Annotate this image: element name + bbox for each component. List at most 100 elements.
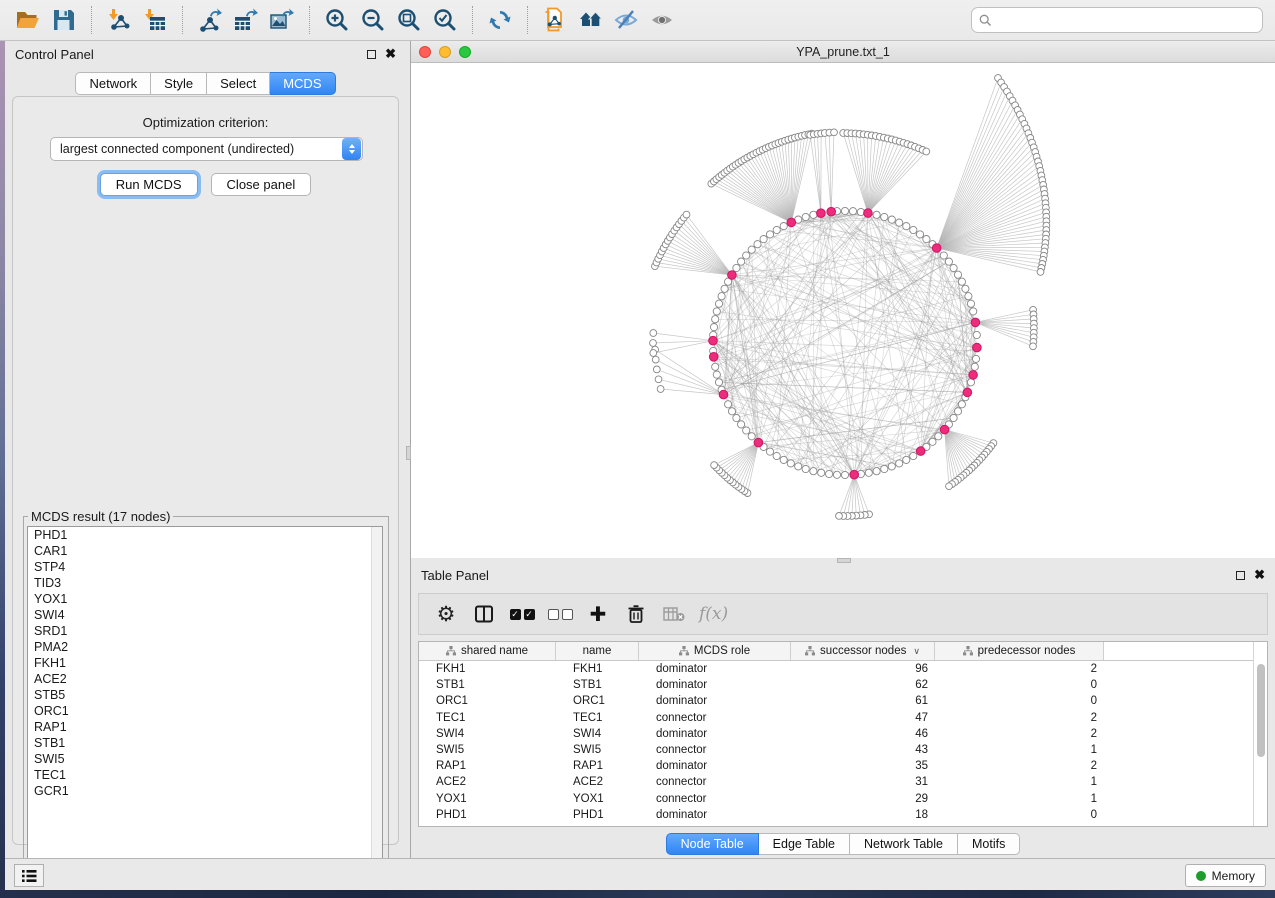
mcds-result-item[interactable]: STP4 [28, 559, 382, 575]
table-scrollbar[interactable] [1253, 642, 1267, 826]
mcds-list-scrollbar[interactable] [371, 527, 382, 877]
mcds-result-item[interactable]: RAP1 [28, 719, 382, 735]
mcds-result-item[interactable]: SWI5 [28, 751, 382, 767]
column-header-successor-nodes[interactable]: successor nodes∨ [791, 642, 935, 660]
run-mcds-button[interactable]: Run MCDS [100, 173, 198, 196]
table-toolbar: ⚙ ✓✓ ✚ [418, 593, 1268, 635]
zoom-out-icon[interactable] [358, 5, 388, 35]
hide-eye-icon[interactable] [612, 5, 642, 35]
tab-motifs[interactable]: Motifs [958, 833, 1020, 855]
tab-network[interactable]: Network [75, 72, 151, 95]
table-row[interactable]: YOX1YOX1connector291 [419, 791, 1267, 807]
select-stepper-icon [342, 138, 361, 160]
mcds-result-item[interactable]: ACE2 [28, 671, 382, 687]
mcds-result-item[interactable]: GCR1 [28, 783, 382, 799]
table-row[interactable]: STB1STB1dominator620 [419, 677, 1267, 693]
cell-shared-name: RAP1 [419, 760, 556, 772]
float-panel-icon[interactable] [367, 50, 376, 59]
control-panel: Control Panel ✖ NetworkStyleSelectMCDS O… [5, 41, 406, 858]
tab-style[interactable]: Style [151, 72, 207, 95]
search-box[interactable] [971, 7, 1263, 33]
cell-predecessor-nodes: 1 [935, 744, 1104, 756]
save-icon[interactable] [49, 5, 79, 35]
table-scrollbar-thumb[interactable] [1257, 664, 1265, 757]
cell-shared-name: SWI4 [419, 728, 556, 740]
open-file-icon[interactable] [13, 5, 43, 35]
search-input[interactable] [997, 13, 1262, 27]
function-builder-button[interactable]: f(x) [699, 600, 728, 628]
show-columns-button[interactable] [471, 600, 497, 628]
mcds-result-item[interactable]: PMA2 [28, 639, 382, 655]
table-panel: Table Panel ✖ ⚙ ✓✓ ✚ [411, 563, 1275, 858]
column-scope-icon [679, 646, 689, 656]
table-row[interactable]: RAP1RAP1dominator352 [419, 758, 1267, 774]
close-table-panel-icon[interactable]: ✖ [1254, 570, 1265, 580]
cell-name: SWI4 [556, 728, 639, 740]
tab-select[interactable]: Select [207, 72, 270, 95]
export-table-icon[interactable] [231, 5, 261, 35]
mcds-result-item[interactable]: TID3 [28, 575, 382, 591]
table-row[interactable]: PHD1PHD1dominator180 [419, 807, 1267, 823]
cell-name: PHD1 [556, 809, 639, 821]
zoom-in-icon[interactable] [322, 5, 352, 35]
column-header-name[interactable]: name [556, 642, 639, 660]
delete-column-button[interactable] [623, 600, 649, 628]
memory-button[interactable]: Memory [1185, 864, 1266, 887]
mcds-result-item[interactable]: FKH1 [28, 655, 382, 671]
mcds-result-item[interactable]: SWI4 [28, 607, 382, 623]
zoom-fit-icon[interactable] [394, 5, 424, 35]
close-panel-button[interactable]: Close panel [211, 173, 312, 196]
tab-network-table[interactable]: Network Table [850, 833, 958, 855]
table-row[interactable]: SWI4SWI4dominator462 [419, 726, 1267, 742]
delete-table-button[interactable] [661, 600, 687, 628]
mcds-result-item[interactable]: STB5 [28, 687, 382, 703]
zoom-selected-icon[interactable] [430, 5, 460, 35]
table-settings-button[interactable]: ⚙ [433, 600, 459, 628]
refresh-icon[interactable] [485, 5, 515, 35]
tab-mcds[interactable]: MCDS [270, 72, 335, 95]
select-all-button[interactable]: ✓✓ [509, 600, 535, 628]
gear-icon: ⚙ [437, 602, 456, 626]
column-header-shared-name[interactable]: shared name [419, 642, 556, 660]
float-table-panel-icon[interactable] [1236, 571, 1245, 580]
mcds-result-item[interactable]: TEC1 [28, 767, 382, 783]
show-panels-button[interactable] [14, 864, 44, 887]
cell-MCDS-role: dominator [639, 728, 791, 740]
cell-successor-nodes: 46 [791, 728, 935, 740]
import-network-icon[interactable] [104, 5, 134, 35]
criterion-select[interactable]: largest connected component (undirected) [50, 137, 363, 161]
deselect-all-button[interactable] [547, 600, 573, 628]
mcds-result-item[interactable]: CAR1 [28, 543, 382, 559]
mcds-result-item[interactable]: PHD1 [28, 527, 382, 543]
network-graph[interactable] [411, 63, 1275, 558]
node-table-rows: FKH1FKH1dominator962STB1STB1dominator620… [419, 661, 1267, 823]
cell-name: RAP1 [556, 760, 639, 772]
import-table-icon[interactable] [140, 5, 170, 35]
mcds-result-item[interactable]: STB1 [28, 735, 382, 751]
mcds-result-list[interactable]: PHD1CAR1STP4TID3YOX1SWI4SRD1PMA2FKH1ACE2… [27, 526, 383, 878]
network-window-titlebar[interactable]: YPA_prune.txt_1 [411, 41, 1275, 63]
plus-icon: ✚ [590, 602, 607, 626]
table-row[interactable]: ORC1ORC1dominator610 [419, 693, 1267, 709]
add-column-button[interactable]: ✚ [585, 600, 611, 628]
new-network-from-file-icon[interactable] [540, 5, 570, 35]
table-row[interactable]: FKH1FKH1dominator962 [419, 661, 1267, 677]
column-header-MCDS-role[interactable]: MCDS role [639, 642, 791, 660]
tab-node-table[interactable]: Node Table [666, 833, 759, 855]
mcds-result-item[interactable]: ORC1 [28, 703, 382, 719]
network-canvas[interactable] [411, 63, 1275, 558]
go-home-icon[interactable] [576, 5, 606, 35]
column-header-predecessor-nodes[interactable]: predecessor nodes [935, 642, 1104, 660]
mcds-result-item[interactable]: YOX1 [28, 591, 382, 607]
export-image-icon[interactable] [267, 5, 297, 35]
mcds-result-item[interactable]: SRD1 [28, 623, 382, 639]
tab-edge-table[interactable]: Edge Table [759, 833, 850, 855]
cell-successor-nodes: 43 [791, 744, 935, 756]
cell-successor-nodes: 96 [791, 663, 935, 675]
table-row[interactable]: SWI5SWI5connector431 [419, 742, 1267, 758]
show-eye-icon[interactable] [648, 5, 678, 35]
table-row[interactable]: TEC1TEC1connector472 [419, 710, 1267, 726]
table-row[interactable]: ACE2ACE2connector311 [419, 774, 1267, 790]
export-network-icon[interactable] [195, 5, 225, 35]
close-panel-icon[interactable]: ✖ [385, 49, 396, 59]
